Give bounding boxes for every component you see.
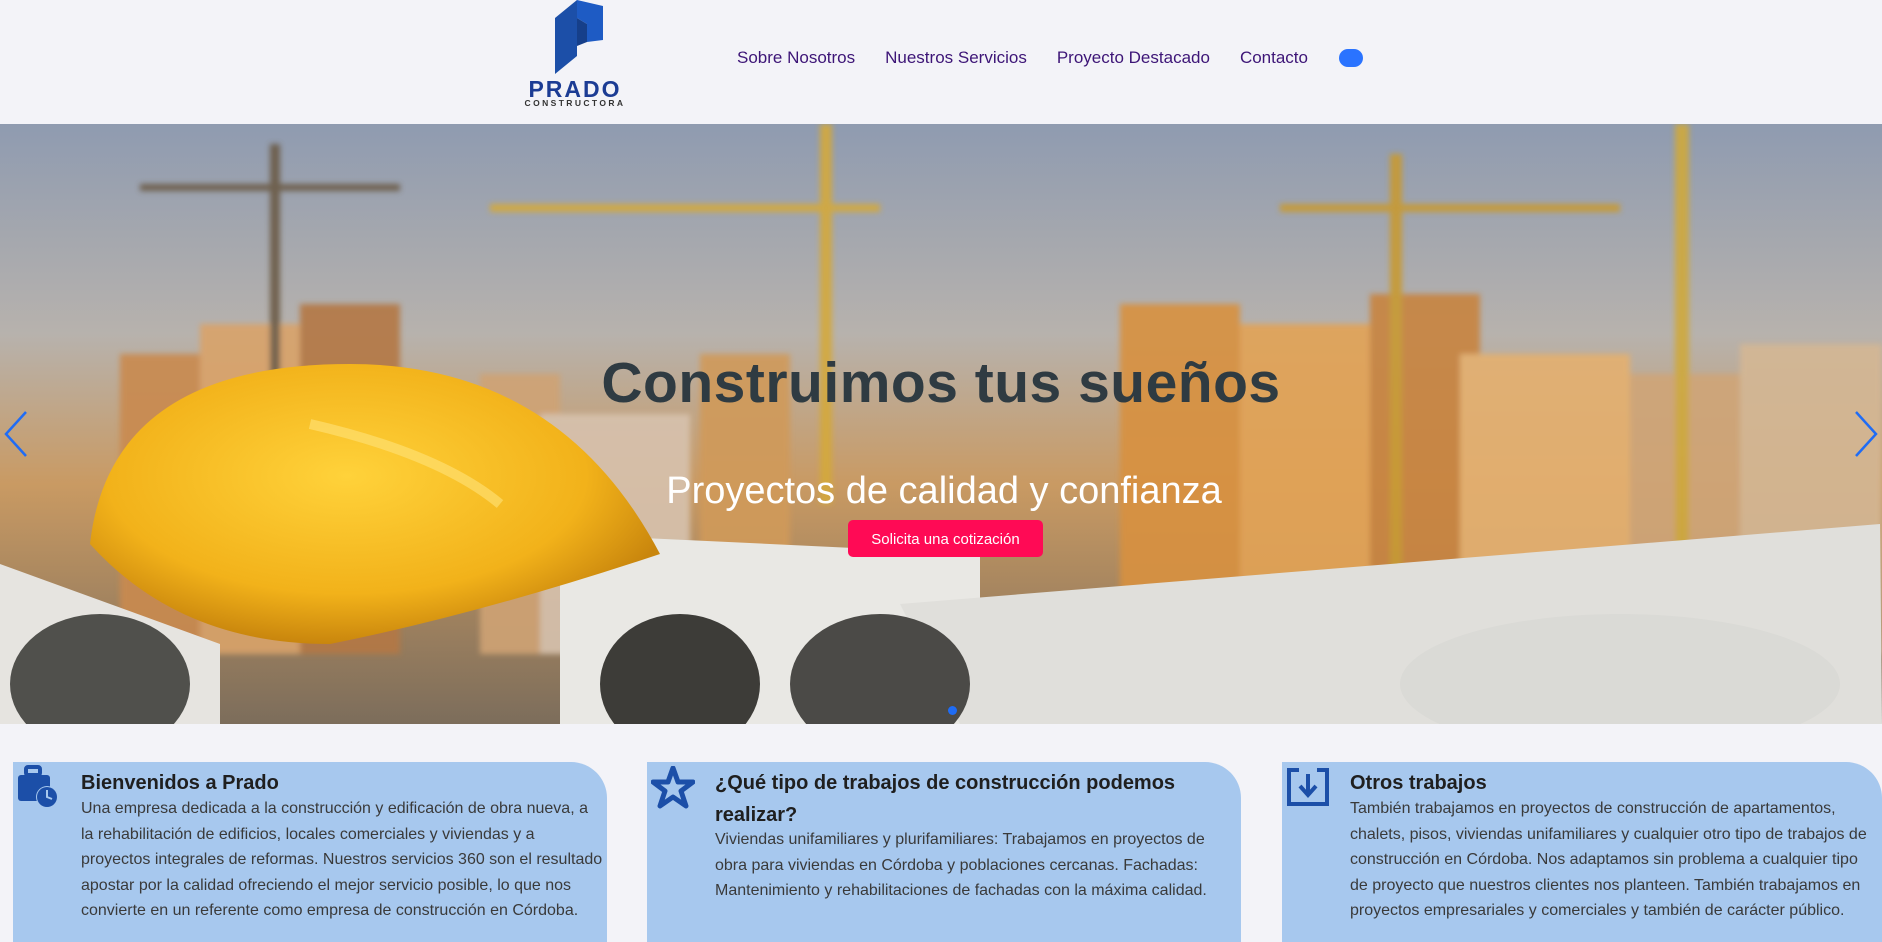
- star-icon: [650, 765, 696, 815]
- nav-link-sobre-nosotros[interactable]: Sobre Nosotros: [737, 48, 855, 68]
- brand-logo[interactable]: PRADO CONSTRUCTORA: [515, 0, 635, 110]
- hero-carousel: Construimos tus sueños Proyectos de cali…: [0, 124, 1882, 724]
- info-card-otros: Otros trabajos También trabajamos en pro…: [1282, 762, 1882, 942]
- main-nav: Sobre Nosotros Nuestros Servicios Proyec…: [737, 48, 1363, 68]
- request-quote-button[interactable]: Solicita una cotización: [848, 520, 1043, 557]
- card-title: Otros trabajos: [1350, 772, 1487, 794]
- card-title: Bienvenidos a Prado: [81, 772, 279, 794]
- info-card-trabajos: ¿Qué tipo de trabajos de construcción po…: [647, 762, 1241, 942]
- download-box-icon: [1285, 766, 1331, 813]
- hero-title: Construimos tus sueños: [601, 351, 1281, 415]
- theme-toggle[interactable]: [1338, 49, 1363, 67]
- site-header: PRADO CONSTRUCTORA Sobre Nosotros Nuestr…: [0, 0, 1882, 124]
- nav-link-proyecto-destacado[interactable]: Proyecto Destacado: [1057, 48, 1210, 68]
- hero-subtitle: Proyectos de calidad y confianza: [666, 470, 1222, 512]
- card-title: ¿Qué tipo de trabajos de construcción po…: [715, 772, 1176, 826]
- carousel-prev-arrow-icon[interactable]: [0, 404, 30, 464]
- card-text: También trabajamos en proyectos de const…: [1350, 800, 1867, 919]
- info-card-bienvenidos: Bienvenidos a Prado Una empresa dedicada…: [13, 762, 607, 942]
- card-text: Viviendas unifamiliares y plurifamiliare…: [715, 831, 1207, 899]
- briefcase-clock-icon: [16, 765, 60, 816]
- logo-mark-icon: [555, 0, 603, 74]
- brand-subtitle: CONSTRUCTORA: [524, 98, 626, 108]
- nav-link-contacto[interactable]: Contacto: [1240, 48, 1308, 68]
- card-text: Una empresa dedicada a la construcción y…: [81, 800, 603, 919]
- carousel-next-arrow-icon[interactable]: [1852, 404, 1882, 464]
- nav-link-nuestros-servicios[interactable]: Nuestros Servicios: [885, 48, 1027, 68]
- hero-background-image: [0, 124, 1882, 724]
- carousel-indicator-dot[interactable]: [948, 706, 957, 715]
